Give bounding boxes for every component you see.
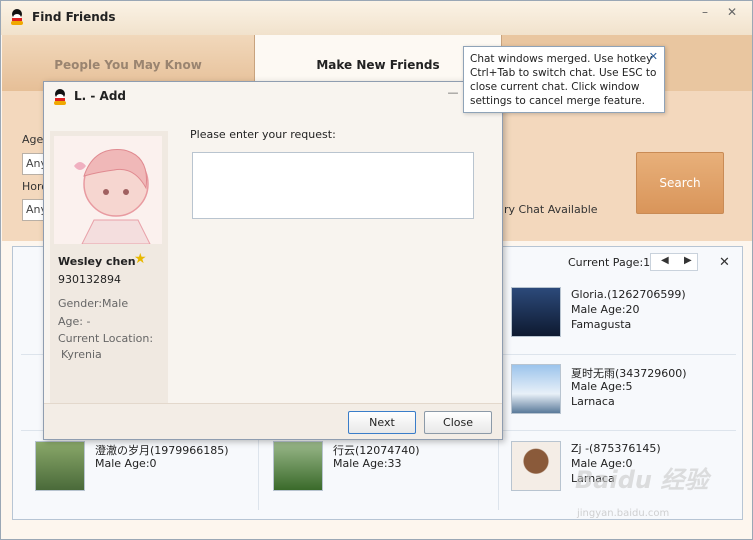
baidu-watermark: Baidu 经验: [575, 466, 709, 494]
close-window-button[interactable]: ✕: [721, 5, 743, 21]
avatar: [35, 441, 85, 491]
avatar: [511, 364, 561, 414]
result-location: Famagusta: [571, 318, 632, 331]
result-sex-age: Male Age:20: [571, 303, 640, 316]
merge-tooltip: Chat windows merged. Use hotkey Ctrl+Tab…: [463, 46, 665, 113]
avatar: [511, 441, 561, 491]
request-label: Please enter your request:: [190, 128, 336, 141]
current-page-label: Current Page:1: [568, 256, 651, 269]
avatar: [511, 287, 561, 337]
result-sex-age: Male Age:5: [571, 380, 633, 393]
request-input[interactable]: [192, 152, 474, 219]
profile-id: 930132894: [58, 273, 121, 286]
result-location: Larnaca: [571, 395, 615, 408]
tooltip-close-icon[interactable]: ✕: [649, 50, 658, 64]
result-name: 夏时无雨(343729600): [571, 367, 687, 380]
profile-age: Age: -: [58, 315, 91, 328]
profile-location: Kyrenia: [61, 348, 102, 361]
result-name: 澄澈の岁月(1979966185): [95, 444, 229, 457]
result-sex-age: Male Age:33: [333, 457, 402, 470]
dialog-title: L. - Add: [74, 89, 127, 103]
result-name: Zj -(875376145): [571, 442, 661, 455]
minimize-button[interactable]: –: [694, 5, 716, 21]
add-friend-dialog: L. - Add — Wesley chen ★ 930132894 Gende…: [43, 81, 503, 440]
close-results-icon[interactable]: ✕: [719, 255, 730, 270]
close-button[interactable]: Close: [424, 411, 492, 434]
tooltip-text: Chat windows merged. Use hotkey Ctrl+Tab…: [470, 53, 657, 107]
window-title: Find Friends: [32, 10, 116, 24]
star-icon: ★: [134, 251, 147, 267]
avatar: [273, 441, 323, 491]
profile-card: Wesley chen ★ 930132894 Gender:Male Age:…: [50, 131, 168, 403]
result-name: Gloria.(1262706599): [571, 288, 686, 301]
pager: ◀ ▶: [650, 253, 698, 271]
profile-name: Wesley chen: [58, 255, 136, 268]
profile-gender: Gender:Male: [58, 297, 129, 310]
title-bar: Find Friends – ✕: [1, 1, 752, 35]
profile-location-label: Current Location:: [58, 332, 154, 345]
search-button[interactable]: Search: [636, 152, 724, 214]
qq-penguin-icon: [9, 9, 25, 25]
dialog-footer: Next Close: [44, 403, 502, 439]
result-name: 行云(12074740): [333, 444, 420, 457]
next-page-icon[interactable]: ▶: [684, 255, 692, 266]
prev-page-icon[interactable]: ◀: [661, 255, 669, 266]
qq-penguin-icon: [52, 89, 68, 105]
chat-available-checkbox-label[interactable]: ry Chat Available: [504, 203, 598, 216]
avatar: [54, 136, 162, 244]
next-button[interactable]: Next: [348, 411, 416, 434]
result-sex-age: Male Age:0: [95, 457, 157, 470]
dialog-minimize-button[interactable]: —: [444, 86, 462, 100]
watermark-url: jingyan.baidu.com: [577, 508, 670, 519]
